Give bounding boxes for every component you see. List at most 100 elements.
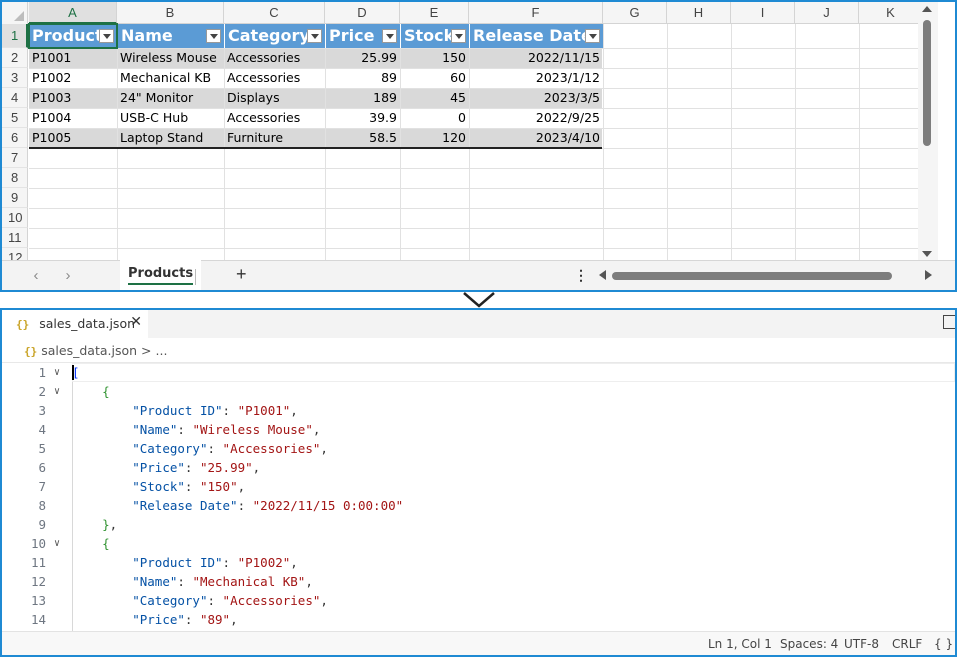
filter-dropdown-icon[interactable] bbox=[307, 29, 322, 43]
code-line[interactable]: 10 ∨ { bbox=[2, 534, 955, 553]
cell-a5[interactable]: P1004 bbox=[29, 108, 117, 128]
cell-c5[interactable]: Accessories bbox=[224, 108, 325, 128]
indentation-setting[interactable]: Spaces: 4 bbox=[780, 637, 838, 651]
cell-d3[interactable]: 89 bbox=[325, 68, 400, 88]
cell-b4[interactable]: 24" Monitor bbox=[117, 88, 224, 108]
row-header-6[interactable]: 6 bbox=[2, 128, 28, 148]
row-header-3[interactable]: 3 bbox=[2, 68, 28, 88]
code-line[interactable]: 6 "Price": "25.99", bbox=[2, 458, 955, 477]
fold-chevron-icon[interactable]: ∨ bbox=[54, 534, 60, 553]
column-header-i[interactable]: I bbox=[731, 2, 795, 24]
row-header-9[interactable]: 9 bbox=[2, 188, 28, 208]
column-header-a[interactable]: A bbox=[29, 2, 117, 24]
cell-e2[interactable]: 150 bbox=[400, 48, 469, 68]
cell-a4[interactable]: P1003 bbox=[29, 88, 117, 108]
filter-dropdown-icon[interactable] bbox=[451, 29, 466, 43]
cell-e6[interactable]: 120 bbox=[400, 128, 469, 148]
code-line[interactable]: 7 "Stock": "150", bbox=[2, 477, 955, 496]
row-header-4[interactable]: 4 bbox=[2, 88, 28, 108]
cell-f2[interactable]: 2022/11/15 bbox=[469, 48, 603, 68]
cell-b2[interactable]: Wireless Mouse bbox=[117, 48, 224, 68]
column-header-c[interactable]: C bbox=[224, 2, 325, 24]
column-header-e[interactable]: E bbox=[400, 2, 469, 24]
add-sheet-button[interactable]: + bbox=[236, 264, 247, 285]
encoding-setting[interactable]: UTF-8 bbox=[844, 637, 879, 651]
code-line[interactable]: 11 "Product ID": "P1002", bbox=[2, 553, 955, 572]
column-header-d[interactable]: D bbox=[325, 2, 400, 24]
fold-chevron-icon[interactable]: ∨ bbox=[54, 363, 60, 382]
cell-e5[interactable]: 0 bbox=[400, 108, 469, 128]
cell-c6[interactable]: Furniture bbox=[224, 128, 325, 148]
scroll-up-icon[interactable] bbox=[922, 6, 932, 12]
code-line[interactable]: 4 "Name": "Wireless Mouse", bbox=[2, 420, 955, 439]
row-header-11[interactable]: 11 bbox=[2, 228, 28, 248]
breadcrumb-tail[interactable]: ... bbox=[156, 343, 168, 358]
column-header-j[interactable]: J bbox=[795, 2, 859, 24]
column-header-g[interactable]: G bbox=[603, 2, 667, 24]
code-line[interactable]: 2 ∨ { bbox=[2, 382, 955, 401]
column-header-f[interactable]: F bbox=[469, 2, 603, 24]
filter-dropdown-icon[interactable] bbox=[585, 29, 600, 43]
table-header-category[interactable]: Category bbox=[224, 24, 325, 48]
column-header-b[interactable]: B bbox=[117, 2, 224, 24]
row-header-8[interactable]: 8 bbox=[2, 168, 28, 188]
scroll-down-icon[interactable] bbox=[922, 251, 932, 257]
cell-d2[interactable]: 25.99 bbox=[325, 48, 400, 68]
sheet-grid[interactable]: A B C D E F G H I J K 1 2 3 4 5 6 7 8 9 … bbox=[2, 2, 938, 260]
cell-b5[interactable]: USB-C Hub bbox=[117, 108, 224, 128]
horizontal-scroll-thumb[interactable] bbox=[612, 272, 892, 280]
cursor-position[interactable]: Ln 1, Col 1 bbox=[708, 637, 772, 651]
code-line[interactable]: 8 "Release Date": "2022/11/15 0:00:00" bbox=[2, 496, 955, 515]
table-header-product[interactable]: Product bbox=[29, 24, 117, 48]
cell-c4[interactable]: Displays bbox=[224, 88, 325, 108]
code-line[interactable]: 9 }, bbox=[2, 515, 955, 534]
table-header-name[interactable]: Name bbox=[117, 24, 224, 48]
close-tab-icon[interactable]: ✕ bbox=[130, 314, 142, 330]
code-line[interactable]: 14 "Price": "89", bbox=[2, 610, 955, 629]
cell-b6[interactable]: Laptop Stand bbox=[117, 128, 224, 148]
cell-a3[interactable]: P1002 bbox=[29, 68, 117, 88]
code-line[interactable]: 1 ∨ [ bbox=[2, 363, 955, 382]
file-tab-sales-data[interactable]: {} sales_data.json ✕ bbox=[2, 310, 148, 338]
cell-f5[interactable]: 2022/9/25 bbox=[469, 108, 603, 128]
row-header-1[interactable]: 1 bbox=[2, 24, 28, 48]
split-editor-icon[interactable] bbox=[943, 315, 955, 329]
sheet-tab-products[interactable]: Products bbox=[120, 260, 202, 290]
cell-f4[interactable]: 2023/3/5 bbox=[469, 88, 603, 108]
previous-sheet-icon[interactable]: ‹ bbox=[28, 267, 44, 284]
scroll-right-icon[interactable] bbox=[925, 270, 932, 280]
row-header-12[interactable]: 12 bbox=[2, 248, 28, 260]
row-header-10[interactable]: 10 bbox=[2, 208, 28, 228]
language-mode-icon[interactable]: { } bbox=[934, 637, 953, 651]
cell-d6[interactable]: 58.5 bbox=[325, 128, 400, 148]
cell-c2[interactable]: Accessories bbox=[224, 48, 325, 68]
row-header-2[interactable]: 2 bbox=[2, 48, 28, 68]
cell-b3[interactable]: Mechanical KB bbox=[117, 68, 224, 88]
cell-a2[interactable]: P1001 bbox=[29, 48, 117, 68]
filter-dropdown-icon[interactable] bbox=[382, 29, 397, 43]
next-sheet-icon[interactable]: › bbox=[60, 267, 76, 284]
line-ending-setting[interactable]: CRLF bbox=[892, 637, 922, 651]
cell-e4[interactable]: 45 bbox=[400, 88, 469, 108]
cell-a6[interactable]: P1005 bbox=[29, 128, 117, 148]
code-line[interactable]: 13 "Category": "Accessories", bbox=[2, 591, 955, 610]
row-header-7[interactable]: 7 bbox=[2, 148, 28, 168]
breadcrumb[interactable]: {} sales_data.json > ... bbox=[24, 343, 167, 358]
filter-dropdown-icon[interactable] bbox=[99, 29, 114, 43]
code-line[interactable]: 5 "Category": "Accessories", bbox=[2, 439, 955, 458]
fold-chevron-icon[interactable]: ∨ bbox=[54, 382, 60, 401]
scroll-left-icon[interactable] bbox=[599, 270, 606, 280]
code-line[interactable]: 12 "Name": "Mechanical KB", bbox=[2, 572, 955, 591]
cell-e3[interactable]: 60 bbox=[400, 68, 469, 88]
select-all-corner[interactable] bbox=[2, 2, 28, 24]
more-options-icon[interactable]: ⋮ bbox=[574, 267, 588, 284]
column-header-h[interactable]: H bbox=[667, 2, 731, 24]
table-header-release-date[interactable]: Release Date bbox=[469, 24, 603, 48]
cell-d4[interactable]: 189 bbox=[325, 88, 400, 108]
vertical-scrollbar[interactable] bbox=[918, 2, 938, 260]
table-header-stock[interactable]: Stock bbox=[400, 24, 469, 48]
code-line[interactable]: 3 "Product ID": "P1001", bbox=[2, 401, 955, 420]
cell-d5[interactable]: 39.9 bbox=[325, 108, 400, 128]
vertical-scroll-thumb[interactable] bbox=[923, 20, 931, 146]
code-editor[interactable]: 1 ∨ [ 2 ∨ { 3 "Product ID": "P1001", 4 "… bbox=[2, 362, 955, 633]
